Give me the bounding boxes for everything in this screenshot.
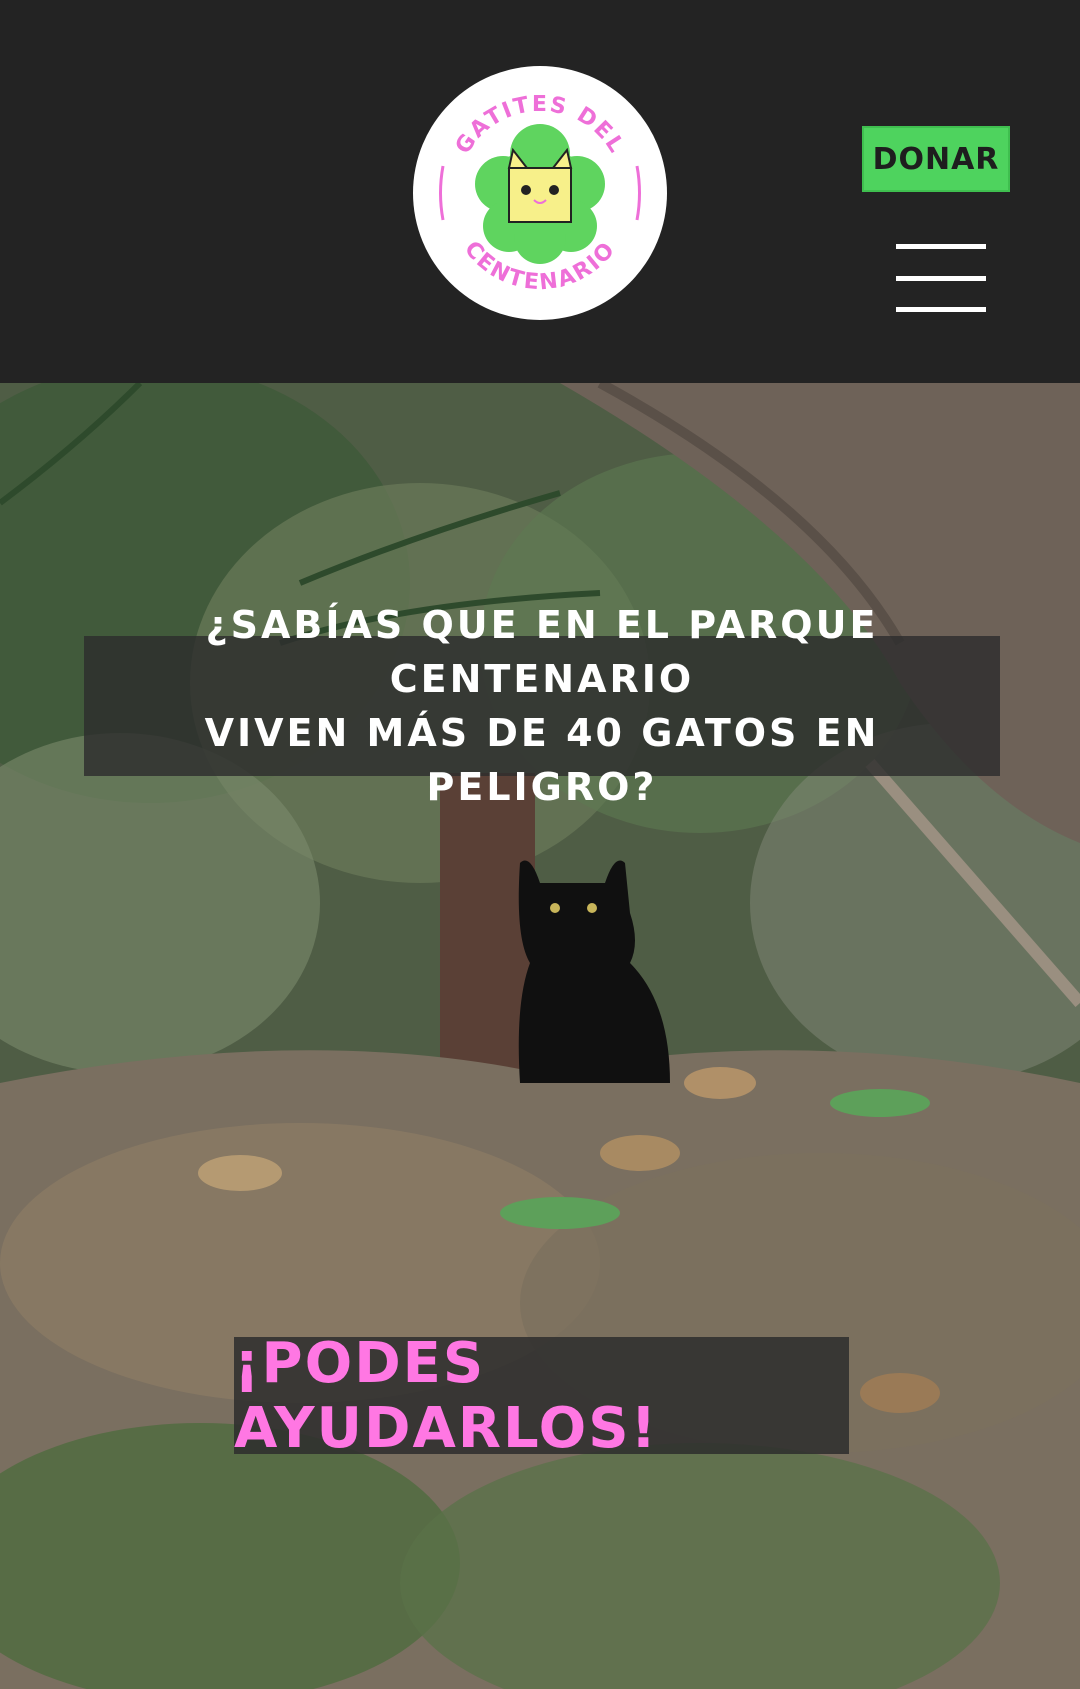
cta-text: ¡PODES AYUDARLOS!: [234, 1330, 659, 1461]
black-cat-in-park-photo: [0, 383, 1080, 1689]
cta-banner: ¡PODES AYUDARLOS!: [234, 1331, 849, 1461]
question-text: ¿SABÍAS QUE EN EL PARQUE CENTENARIO VIVE…: [204, 603, 880, 809]
donate-button[interactable]: DONAR: [862, 126, 1010, 192]
logo-graphic: GATITES DEL CENTENARIO: [439, 92, 641, 295]
site-header: GATITES DEL CENTENARIO DONAR: [0, 0, 1080, 383]
hamburger-menu-icon[interactable]: [896, 244, 986, 312]
question-banner: ¿SABÍAS QUE EN EL PARQUE CENTENARIO VIVE…: [84, 603, 1000, 809]
gatites-del-centenario-logo[interactable]: GATITES DEL CENTENARIO: [413, 66, 667, 320]
hero-section: ¿SABÍAS QUE EN EL PARQUE CENTENARIO VIVE…: [0, 383, 1080, 1689]
